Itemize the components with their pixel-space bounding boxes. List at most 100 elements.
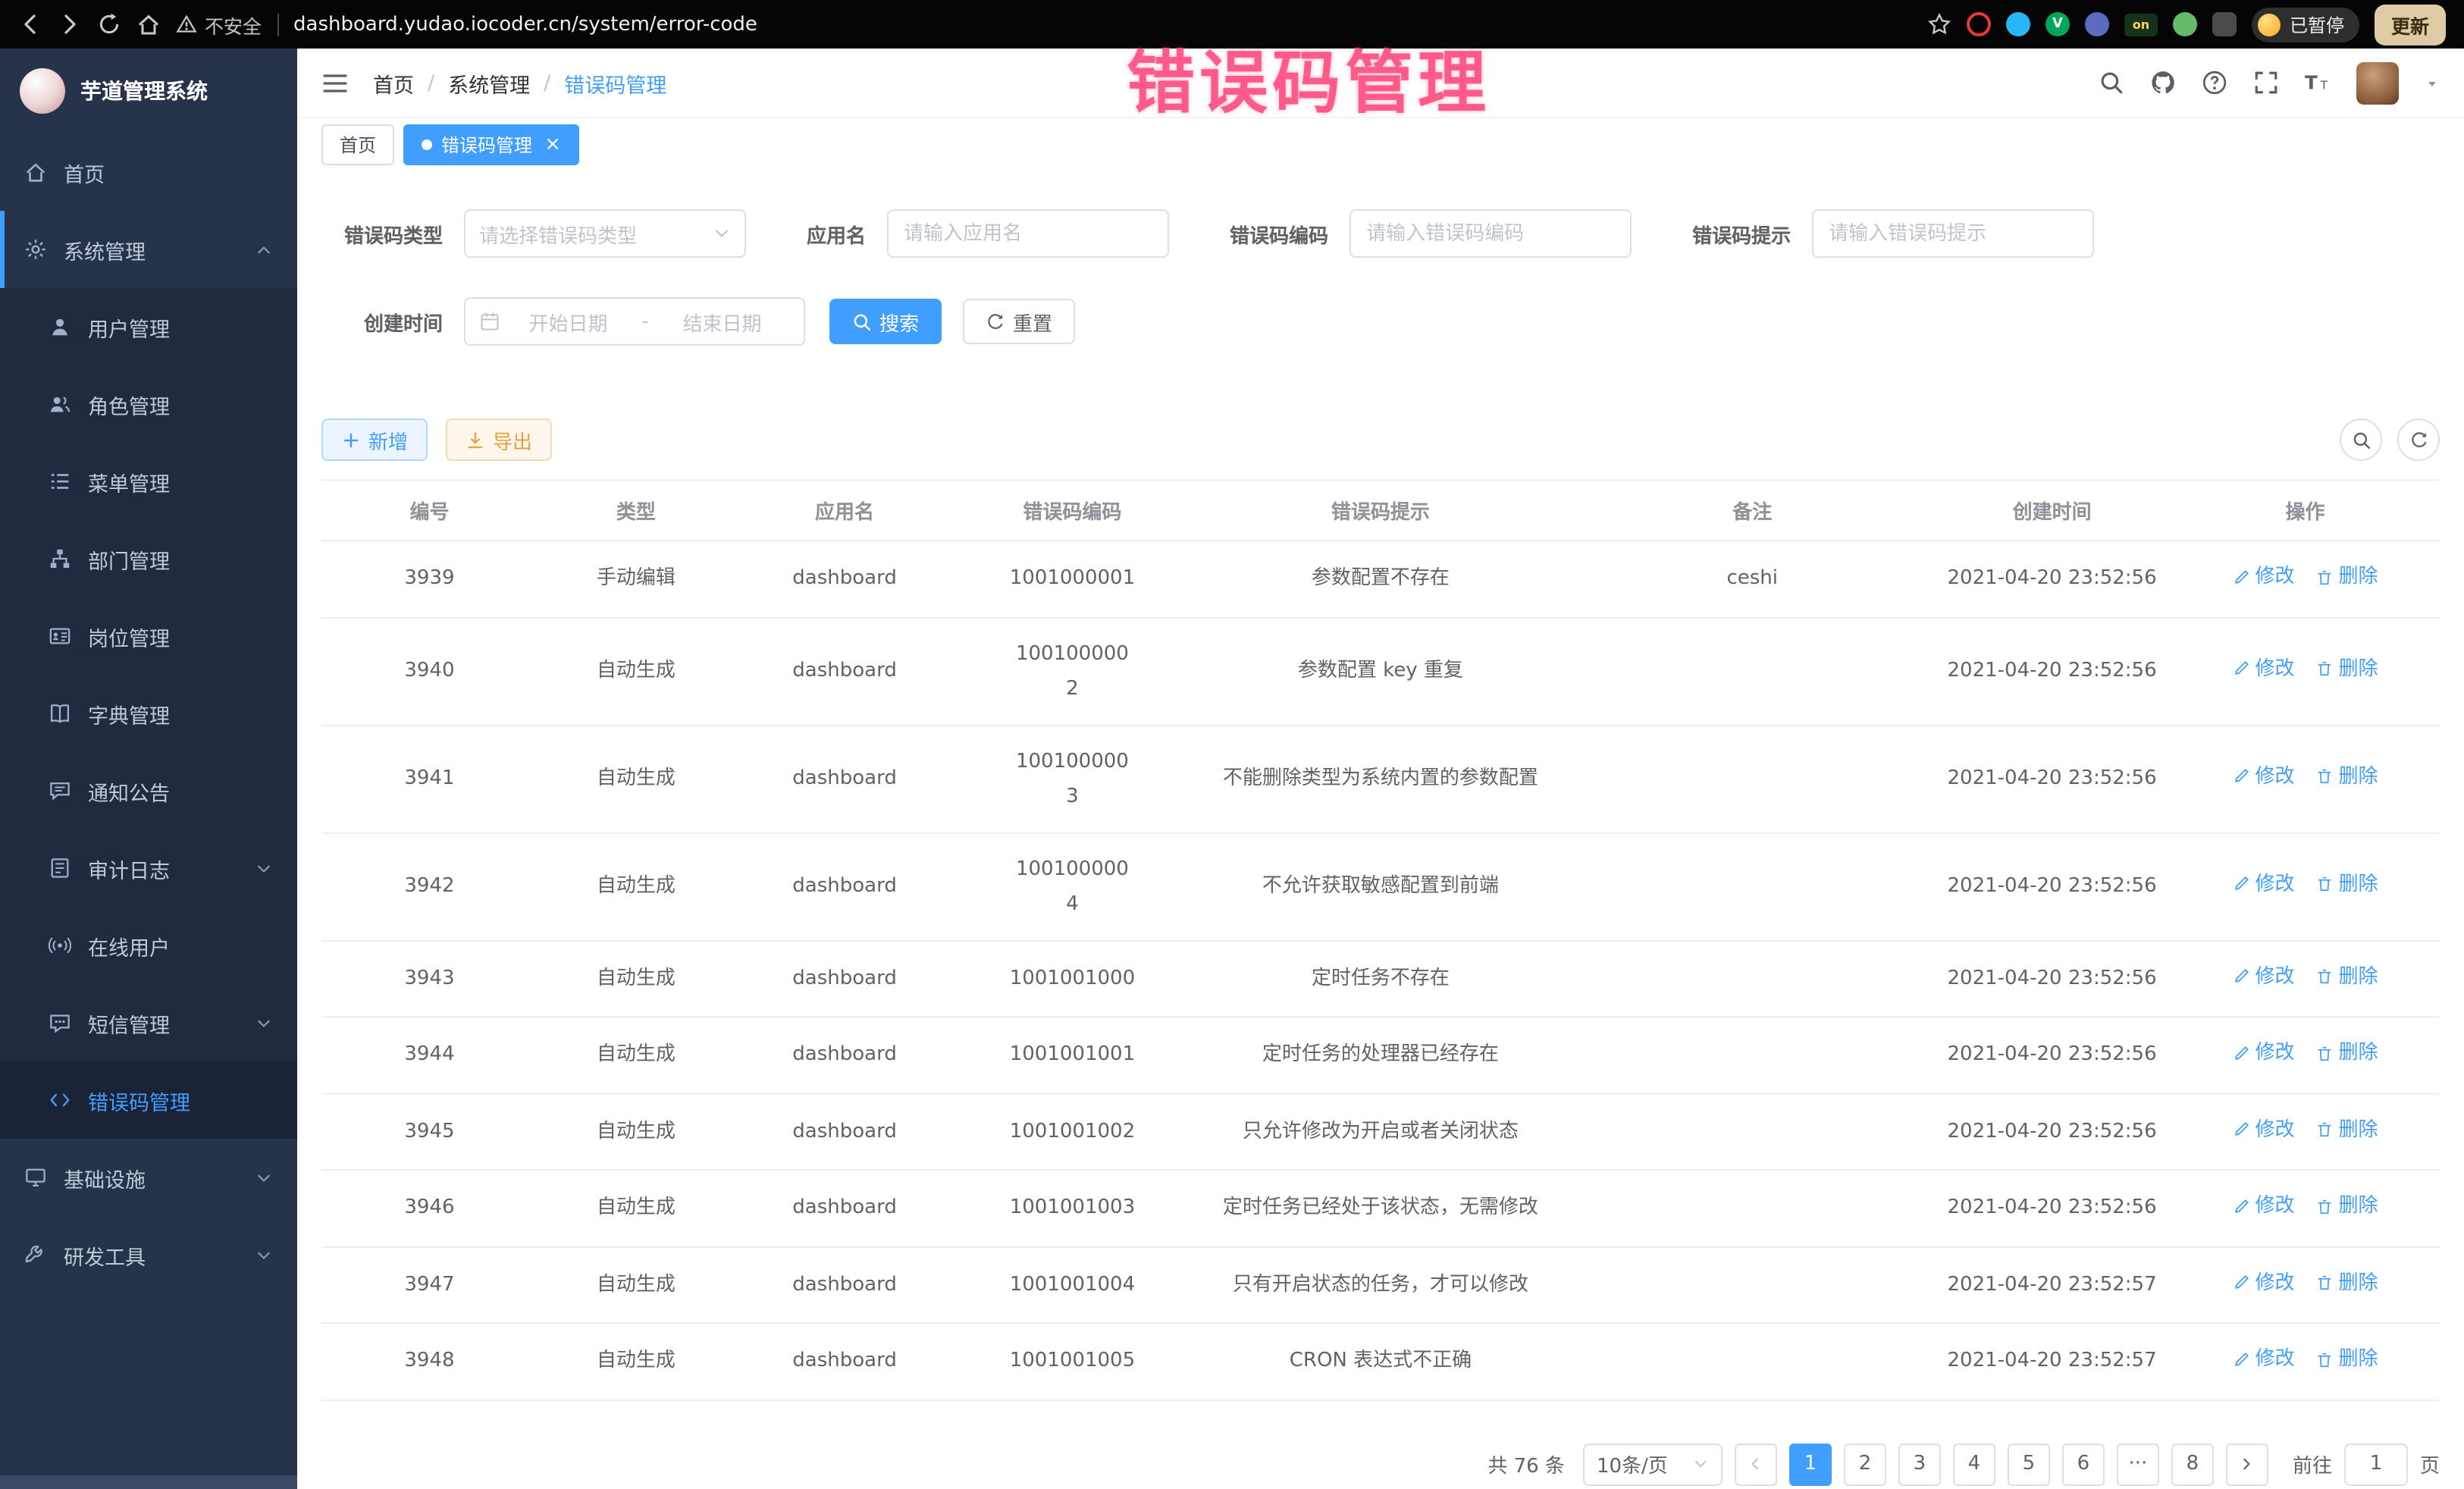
sidebar-logo[interactable]: 芋道管理系统 (0, 49, 297, 133)
cell-code: 1001001003 (955, 1170, 1190, 1246)
page-button-2[interactable]: 2 (1844, 1443, 1886, 1485)
breadcrumb-item-home[interactable]: 首页 (373, 67, 414, 98)
error-type-select[interactable]: 请选择错误码类型 (464, 209, 746, 258)
sidebar-item-online-user[interactable]: 在线用户 (0, 907, 297, 984)
create-time-range-picker[interactable]: 开始日期 - 结束日期 (464, 297, 805, 346)
sidebar-item-dev-tool[interactable]: 研发工具 (0, 1216, 297, 1293)
sidebar-item-post-mgmt[interactable]: 岗位管理 (0, 597, 297, 675)
refresh-table-button[interactable] (2397, 418, 2440, 461)
extension-icon[interactable]: on (2124, 13, 2158, 36)
edit-link[interactable]: 修改 (2232, 760, 2294, 795)
bookmark-star-icon[interactable] (1927, 12, 1951, 36)
extensions-puzzle-icon[interactable] (2212, 12, 2237, 36)
page-size-select[interactable]: 10条/页 (1583, 1443, 1723, 1485)
sidebar-item-infra[interactable]: 基础设施 (0, 1139, 297, 1216)
show-search-button[interactable] (2340, 418, 2382, 461)
fullscreen-icon[interactable] (2253, 70, 2279, 96)
extension-icon[interactable] (2006, 12, 2030, 36)
user-icon (49, 315, 71, 338)
log-icon (49, 857, 71, 879)
edit-link[interactable]: 修改 (2232, 1342, 2294, 1377)
close-icon[interactable]: × (544, 134, 561, 154)
extension-icon[interactable] (2173, 12, 2197, 36)
page-button-1[interactable]: 1 (1789, 1443, 1832, 1485)
extension-icon[interactable] (2085, 12, 2109, 36)
delete-link[interactable]: 删除 (2316, 867, 2378, 902)
edit-link[interactable]: 修改 (2232, 1036, 2294, 1071)
prev-page-button[interactable] (1735, 1443, 1777, 1485)
security-indicator[interactable]: 不安全 (176, 10, 262, 39)
sidebar-item-menu-mgmt[interactable]: 菜单管理 (0, 443, 297, 520)
edit-pencil-icon (2232, 568, 2250, 586)
help-icon[interactable] (2202, 70, 2227, 96)
page-button-4[interactable]: 4 (1953, 1443, 1995, 1485)
sidebar-item-sms-mgmt[interactable]: 短信管理 (0, 984, 297, 1061)
sidebar-item-dept-mgmt[interactable]: 部门管理 (0, 520, 297, 597)
edit-link[interactable]: 修改 (2232, 1112, 2294, 1147)
extension-icon[interactable] (1967, 12, 1991, 36)
chevron-down-icon (255, 1246, 273, 1264)
delete-link[interactable]: 删除 (2316, 1265, 2378, 1300)
page-button-8[interactable]: 8 (2171, 1443, 2214, 1485)
trash-icon (2316, 1274, 2334, 1292)
hamburger-icon[interactable] (321, 71, 349, 95)
cell-app: dashboard (735, 1017, 955, 1093)
delete-link[interactable]: 删除 (2316, 1189, 2378, 1224)
delete-link[interactable]: 删除 (2316, 652, 2378, 687)
caret-down-icon[interactable] (2425, 75, 2440, 90)
tab-error-code[interactable]: 错误码管理× (403, 124, 579, 165)
browser-home-icon[interactable] (136, 12, 161, 36)
delete-link[interactable]: 删除 (2316, 959, 2378, 994)
edit-link[interactable]: 修改 (2232, 652, 2294, 687)
page-button-6[interactable]: 6 (2062, 1443, 2105, 1485)
delete-link[interactable]: 删除 (2316, 1342, 2378, 1377)
browser-forward-icon[interactable] (58, 12, 82, 36)
edit-link[interactable]: 修改 (2232, 1189, 2294, 1224)
address-bar[interactable]: dashboard.yudao.iocoder.cn/system/error-… (293, 13, 757, 36)
browser-reload-icon[interactable] (97, 12, 121, 36)
export-button[interactable]: 导出 (446, 418, 552, 461)
page-button-3[interactable]: 3 (1898, 1443, 1941, 1485)
breadcrumb-item-system-mgmt[interactable]: 系统管理 (448, 67, 530, 98)
sidebar-item-home[interactable]: 首页 (0, 133, 297, 211)
sidebar-item-dict-mgmt[interactable]: 字典管理 (0, 675, 297, 752)
search-button[interactable]: 搜索 (829, 299, 942, 344)
sidebar-item-error-code-mgmt[interactable]: 错误码管理 (0, 1061, 297, 1139)
error-code-input[interactable] (1350, 209, 1632, 258)
app-name-input[interactable] (887, 209, 1169, 258)
font-size-icon[interactable]: TT (2305, 70, 2331, 96)
delete-link[interactable]: 删除 (2316, 1036, 2378, 1071)
add-button[interactable]: 新增 (321, 418, 428, 461)
sidebar-collapse-strip[interactable] (0, 1475, 297, 1489)
sidebar-item-user-mgmt[interactable]: 用户管理 (0, 288, 297, 365)
sidebar-item-system-mgmt[interactable]: 系统管理 (0, 211, 297, 288)
tab-home[interactable]: 首页 (321, 124, 394, 165)
browser-back-icon[interactable] (18, 12, 42, 36)
header-search-icon[interactable] (2099, 70, 2124, 96)
page-ellipsis[interactable]: ··· (2117, 1443, 2159, 1485)
delete-link[interactable]: 删除 (2316, 560, 2378, 594)
sidebar-item-role-mgmt[interactable]: 角色管理 (0, 365, 297, 443)
page-button-5[interactable]: 5 (2008, 1443, 2050, 1485)
sidebar-item-notice[interactable]: 通知公告 (0, 752, 297, 829)
paused-badge[interactable]: 已暂停 (2252, 7, 2359, 42)
goto-page-input[interactable] (2344, 1443, 2408, 1485)
edit-link[interactable]: 修改 (2232, 867, 2294, 902)
edit-link[interactable]: 修改 (2232, 1265, 2294, 1300)
edit-link[interactable]: 修改 (2232, 560, 2294, 594)
cell-actions: 修改删除 (2171, 832, 2440, 940)
table-row: 3944自动生成dashboard1001001001定时任务的处理器已经存在2… (321, 1017, 2440, 1093)
cell-time: 2021-04-20 23:52:56 (1933, 617, 2171, 725)
delete-link[interactable]: 删除 (2316, 1112, 2378, 1147)
sidebar-item-audit-log[interactable]: 审计日志 (0, 829, 297, 907)
edit-link[interactable]: 修改 (2232, 959, 2294, 994)
error-code-table: 编号类型应用名错误码编码错误码提示备注创建时间操作 3939手动编辑dashbo… (297, 479, 2464, 1400)
extension-icon[interactable]: V (2045, 12, 2070, 36)
browser-update-button[interactable]: 更新 (2375, 4, 2446, 45)
error-tip-input[interactable] (1812, 209, 2094, 258)
reset-button[interactable]: 重置 (963, 299, 1075, 344)
github-icon[interactable] (2150, 70, 2176, 96)
delete-link[interactable]: 删除 (2316, 760, 2378, 795)
next-page-button[interactable] (2226, 1443, 2268, 1485)
user-avatar[interactable] (2356, 61, 2399, 104)
